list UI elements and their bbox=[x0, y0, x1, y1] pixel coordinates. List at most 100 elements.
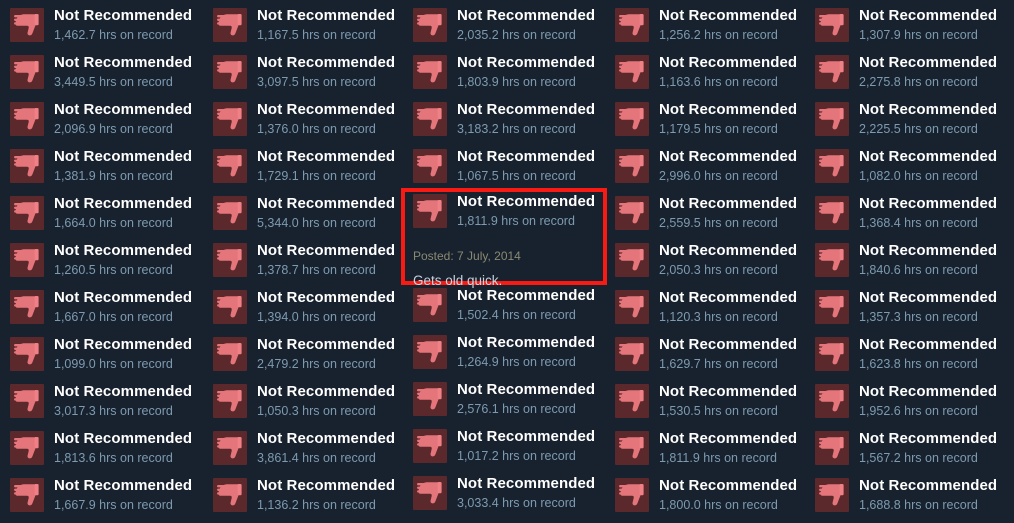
review-card[interactable]: Not Recommended 1,256.2 hrs on record bbox=[607, 2, 807, 49]
review-card[interactable]: Not Recommended 1,050.3 hrs on record bbox=[205, 378, 405, 425]
review-card[interactable]: Not Recommended 2,576.1 hrs on record bbox=[405, 376, 605, 423]
review-card[interactable]: Not Recommended 1,067.5 hrs on record bbox=[405, 143, 605, 190]
review-card[interactable]: Not Recommended 1,017.2 hrs on record bbox=[405, 423, 605, 470]
review-card[interactable]: Not Recommended 1,163.6 hrs on record bbox=[607, 49, 807, 96]
review-card[interactable]: Not Recommended 2,050.3 hrs on record bbox=[607, 237, 807, 284]
review-hours: 1,099.0 hrs on record bbox=[54, 357, 173, 371]
review-card[interactable]: Not Recommended 2,996.0 hrs on record bbox=[607, 143, 807, 190]
thumbs-down-icon bbox=[10, 478, 44, 512]
review-hours: 1,811.9 hrs on record bbox=[457, 214, 575, 228]
thumbs-down-icon bbox=[213, 384, 247, 418]
review-text-block: Not Recommended 1,811.9 hrs on record bbox=[457, 188, 595, 230]
review-card[interactable]: Not Recommended 1,800.0 hrs on record bbox=[607, 472, 807, 519]
review-card[interactable]: Not Recommended 1,381.9 hrs on record bbox=[2, 143, 202, 190]
review-text-block: Not Recommended 1,099.0 hrs on record bbox=[54, 331, 192, 373]
thumbs-down-icon bbox=[413, 149, 447, 183]
review-card[interactable]: Not Recommended 1,811.9 hrs on record bbox=[405, 188, 605, 234]
review-card[interactable]: Not Recommended 1,462.7 hrs on record bbox=[2, 2, 202, 49]
review-text-block: Not Recommended 1,167.5 hrs on record bbox=[257, 2, 395, 44]
highlighted-review[interactable]: Not Recommended 1,811.9 hrs on record Post… bbox=[405, 188, 605, 288]
review-card[interactable]: Not Recommended 2,035.2 hrs on record bbox=[405, 2, 605, 49]
review-card[interactable]: Not Recommended 1,667.0 hrs on record bbox=[2, 284, 202, 331]
review-verdict: Not Recommended bbox=[457, 381, 596, 398]
review-card[interactable]: Not Recommended 1,368.4 hrs on record bbox=[807, 190, 1007, 237]
review-card[interactable]: Not Recommended 1,952.6 hrs on record bbox=[807, 378, 1007, 425]
review-text-block: Not Recommended 1,368.4 hrs on record bbox=[859, 190, 997, 232]
review-column: Not Recommended 1,167.5 hrs on record Not … bbox=[205, 0, 405, 523]
review-card[interactable]: Not Recommended 1,623.8 hrs on record bbox=[807, 331, 1007, 378]
review-card[interactable]: Not Recommended 1,840.6 hrs on record bbox=[807, 237, 1007, 284]
review-text-block: Not Recommended 2,559.5 hrs on record bbox=[659, 190, 797, 232]
review-text-block: Not Recommended 3,033.4 hrs on record bbox=[457, 470, 595, 512]
review-card-inner: Not Recommended 1,811.9 hrs on record Post… bbox=[405, 188, 605, 290]
review-card[interactable]: Not Recommended 1,664.0 hrs on record bbox=[2, 190, 202, 237]
review-card[interactable]: Not Recommended 3,861.4 hrs on record bbox=[205, 425, 405, 472]
review-hours: 1,082.0 hrs on record bbox=[859, 169, 978, 183]
review-verdict: Not Recommended bbox=[257, 101, 396, 118]
review-text-block: Not Recommended 1,082.0 hrs on record bbox=[859, 143, 997, 185]
review-card[interactable]: Not Recommended 1,082.0 hrs on record bbox=[807, 143, 1007, 190]
review-card[interactable]: Not Recommended 1,811.9 hrs on record bbox=[607, 425, 807, 472]
thumbs-down-icon bbox=[815, 8, 849, 42]
review-card[interactable]: Not Recommended 3,097.5 hrs on record bbox=[205, 49, 405, 96]
review-card[interactable]: Not Recommended 1,179.5 hrs on record bbox=[607, 96, 807, 143]
review-hours: 1,381.9 hrs on record bbox=[54, 169, 173, 183]
review-text-block: Not Recommended 1,120.3 hrs on record bbox=[659, 284, 797, 326]
thumbs-down-icon bbox=[615, 337, 649, 371]
thumbs-down-icon bbox=[615, 149, 649, 183]
review-card[interactable]: Not Recommended 1,729.1 hrs on record bbox=[205, 143, 405, 190]
thumbs-down-icon bbox=[413, 55, 447, 89]
review-card[interactable]: Not Recommended 2,225.5 hrs on record bbox=[807, 96, 1007, 143]
review-card[interactable]: Not Recommended 1,567.2 hrs on record bbox=[807, 425, 1007, 472]
review-text-block: Not Recommended 3,183.2 hrs on record bbox=[457, 96, 595, 138]
review-card[interactable]: Not Recommended 3,183.2 hrs on record bbox=[405, 96, 605, 143]
thumbs-down-icon bbox=[213, 149, 247, 183]
review-card[interactable]: Not Recommended 1,136.2 hrs on record bbox=[205, 472, 405, 519]
review-verdict: Not Recommended bbox=[257, 7, 396, 24]
review-card[interactable]: Not Recommended 1,120.3 hrs on record bbox=[607, 284, 807, 331]
thumbs-down-icon bbox=[815, 149, 849, 183]
review-card[interactable]: Not Recommended 1,099.0 hrs on record bbox=[2, 331, 202, 378]
review-verdict: Not Recommended bbox=[457, 334, 596, 351]
review-text-block: Not Recommended 2,050.3 hrs on record bbox=[659, 237, 797, 279]
review-card[interactable]: Not Recommended 1,260.5 hrs on record bbox=[2, 237, 202, 284]
review-card[interactable]: Not Recommended 1,357.3 hrs on record bbox=[807, 284, 1007, 331]
review-card[interactable]: Not Recommended 5,344.0 hrs on record bbox=[205, 190, 405, 237]
review-hours: 1,136.2 hrs on record bbox=[257, 498, 376, 512]
review-verdict: Not Recommended bbox=[659, 477, 798, 494]
review-card[interactable]: Not Recommended 1,167.5 hrs on record bbox=[205, 2, 405, 49]
review-hours: 1,256.2 hrs on record bbox=[659, 28, 778, 42]
review-card[interactable]: Not Recommended 1,813.6 hrs on record bbox=[2, 425, 202, 472]
thumbs-down-icon bbox=[213, 290, 247, 324]
review-card[interactable]: Not Recommended 1,688.8 hrs on record bbox=[807, 472, 1007, 519]
thumbs-down-icon bbox=[10, 431, 44, 465]
review-hours: 1,017.2 hrs on record bbox=[457, 449, 576, 463]
review-verdict: Not Recommended bbox=[54, 289, 193, 306]
review-verdict: Not Recommended bbox=[457, 428, 596, 445]
review-card[interactable]: Not Recommended 1,394.0 hrs on record bbox=[205, 284, 405, 331]
review-card[interactable]: Not Recommended 1,803.9 hrs on record bbox=[405, 49, 605, 96]
review-card[interactable]: Not Recommended 1,378.7 hrs on record bbox=[205, 237, 405, 284]
review-verdict: Not Recommended bbox=[659, 242, 798, 259]
review-hours: 1,813.6 hrs on record bbox=[54, 451, 173, 465]
review-card[interactable]: Not Recommended 1,667.9 hrs on record bbox=[2, 472, 202, 519]
thumbs-down-icon bbox=[615, 431, 649, 465]
review-card[interactable]: Not Recommended 3,449.5 hrs on record bbox=[2, 49, 202, 96]
review-card[interactable]: Not Recommended 2,275.8 hrs on record bbox=[807, 49, 1007, 96]
review-card[interactable]: Not Recommended 1,376.0 hrs on record bbox=[205, 96, 405, 143]
review-verdict: Not Recommended bbox=[457, 54, 596, 71]
review-card[interactable]: Not Recommended 2,096.9 hrs on record bbox=[2, 96, 202, 143]
review-card[interactable]: Not Recommended 1,264.9 hrs on record bbox=[405, 329, 605, 376]
review-card[interactable]: Not Recommended 1,530.5 hrs on record bbox=[607, 378, 807, 425]
review-card[interactable]: Not Recommended 1,629.7 hrs on record bbox=[607, 331, 807, 378]
review-card[interactable]: Not Recommended 2,479.2 hrs on record bbox=[205, 331, 405, 378]
review-card[interactable]: Not Recommended 1,307.9 hrs on record bbox=[807, 2, 1007, 49]
review-card[interactable]: Not Recommended 2,559.5 hrs on record bbox=[607, 190, 807, 237]
review-card[interactable]: Not Recommended 3,033.4 hrs on record bbox=[405, 470, 605, 517]
review-verdict: Not Recommended bbox=[457, 475, 596, 492]
review-text-block: Not Recommended 3,861.4 hrs on record bbox=[257, 425, 395, 467]
review-verdict: Not Recommended bbox=[257, 54, 396, 71]
review-card[interactable]: Not Recommended 3,017.3 hrs on record bbox=[2, 378, 202, 425]
review-hours: 1,260.5 hrs on record bbox=[54, 263, 173, 277]
review-verdict: Not Recommended bbox=[859, 477, 998, 494]
